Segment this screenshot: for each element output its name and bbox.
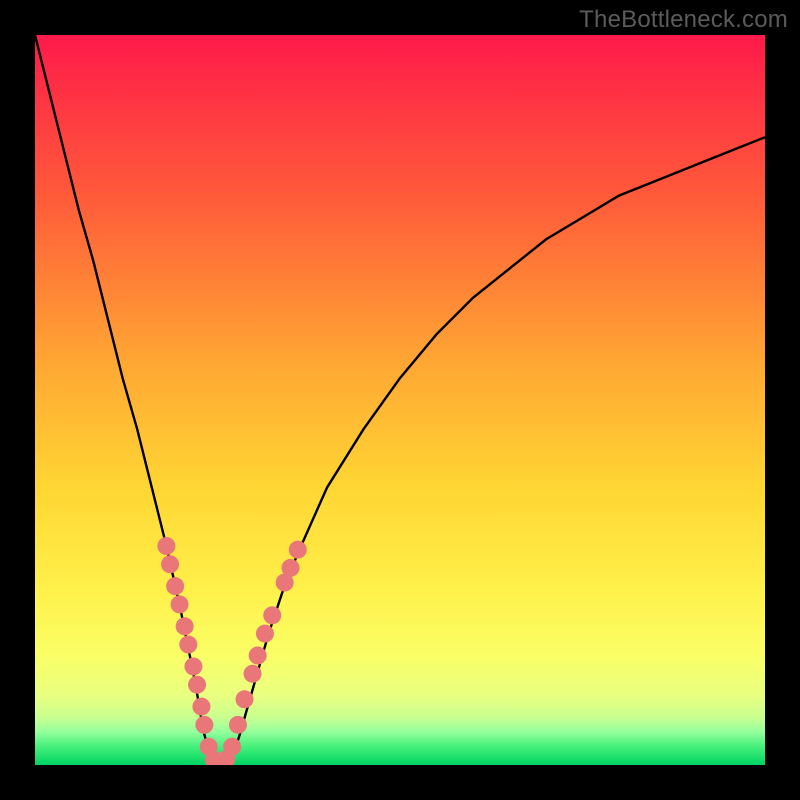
curve-layer [35, 35, 765, 765]
highlight-dot [176, 617, 194, 635]
plot-area [35, 35, 765, 765]
highlight-dot [171, 595, 189, 613]
watermark-text: TheBottleneck.com [579, 6, 788, 34]
highlight-dot [192, 698, 210, 716]
highlight-dot [229, 716, 247, 734]
highlight-dot [249, 647, 267, 665]
highlight-dot [195, 716, 213, 734]
highlight-dot [236, 690, 254, 708]
highlight-dot [184, 657, 202, 675]
highlight-dot [244, 665, 262, 683]
chart-frame: TheBottleneck.com [0, 0, 800, 800]
highlight-dot [223, 738, 241, 756]
highlight-dots [157, 537, 306, 765]
highlight-dot [263, 606, 281, 624]
highlight-dot [166, 577, 184, 595]
highlight-dot [179, 636, 197, 654]
bottleneck-curve [35, 35, 765, 765]
highlight-dot [157, 537, 175, 555]
highlight-dot [161, 555, 179, 573]
highlight-dot [289, 541, 307, 559]
highlight-dot [188, 676, 206, 694]
highlight-dot [282, 559, 300, 577]
highlight-dot [256, 625, 274, 643]
